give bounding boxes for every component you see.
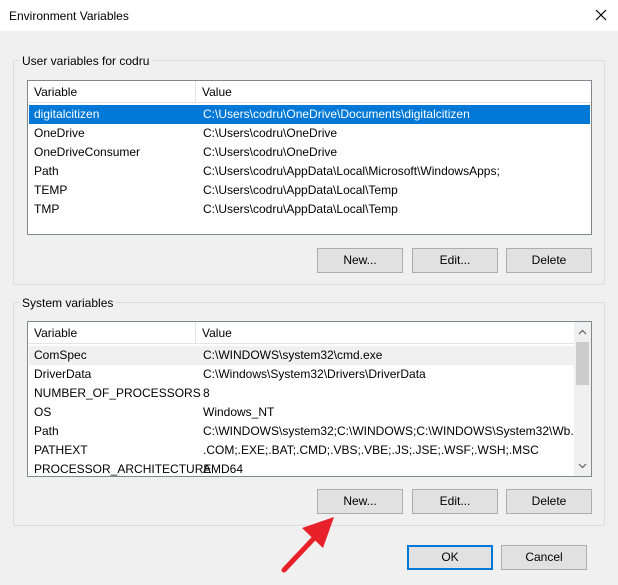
column-header-value[interactable]: Value	[196, 81, 232, 103]
scroll-up-icon[interactable]	[574, 324, 591, 341]
variable-value: C:\Users\codru\AppData\Local\Microsoft\W…	[203, 164, 500, 178]
table-row[interactable]: PROCESSOR_ARCHITECTURE AMD64	[29, 460, 574, 476]
system-new-button[interactable]: New...	[317, 489, 403, 514]
system-variables-label: System variables	[19, 296, 117, 310]
table-row[interactable]: digitalcitizen C:\Users\codru\OneDrive\D…	[29, 105, 590, 124]
system-edit-button[interactable]: Edit...	[412, 489, 498, 514]
variable-value: AMD64	[203, 462, 244, 476]
list-header: Variable Value	[28, 322, 574, 344]
system-variables-list[interactable]: Variable Value ComSpec C:\WINDOWS\system…	[27, 321, 592, 477]
annotation-arrow-icon	[281, 517, 334, 573]
variable-value: C:\Users\codru\OneDrive	[203, 126, 338, 140]
variable-name: TMP	[34, 202, 60, 216]
variable-value: C:\Users\codru\OneDrive	[203, 145, 338, 159]
table-row[interactable]: TMP C:\Users\codru\AppData\Local\Temp	[29, 200, 590, 219]
user-variables-label: User variables for codru	[19, 54, 153, 68]
variable-name: Path	[34, 424, 59, 438]
table-row[interactable]: OneDrive C:\Users\codru\OneDrive	[29, 124, 590, 143]
close-icon	[595, 9, 607, 21]
scroll-down-icon[interactable]	[574, 457, 591, 474]
variable-name: OS	[34, 405, 52, 419]
table-row[interactable]: TEMP C:\Users\codru\AppData\Local\Temp	[29, 181, 590, 200]
system-delete-button[interactable]: Delete	[506, 489, 592, 514]
variable-name: DriverData	[34, 367, 92, 381]
variable-name: Path	[34, 164, 59, 178]
variable-name: OneDriveConsumer	[34, 145, 141, 159]
column-header-variable[interactable]: Variable	[28, 81, 196, 103]
title-bar: Environment Variables	[0, 0, 618, 31]
table-row[interactable]: DriverData C:\Windows\System32\Drivers\D…	[29, 365, 574, 384]
table-row[interactable]: ComSpec C:\WINDOWS\system32\cmd.exe	[29, 346, 574, 365]
variable-value: C:\Users\codru\AppData\Local\Temp	[203, 202, 398, 216]
close-button[interactable]	[584, 0, 618, 31]
variable-value: C:\Users\codru\OneDrive\Documents\digita…	[203, 107, 470, 121]
window-title: Environment Variables	[9, 9, 129, 23]
variable-name: PROCESSOR_ARCHITECTURE	[34, 462, 212, 476]
table-row[interactable]: Path C:\Users\codru\AppData\Local\Micros…	[29, 162, 590, 181]
table-row[interactable]: NUMBER_OF_PROCESSORS 8	[29, 384, 574, 403]
user-delete-button[interactable]: Delete	[506, 248, 592, 273]
variable-value: C:\WINDOWS\system32;C:\WINDOWS;C:\WINDOW…	[203, 424, 581, 438]
user-variables-list[interactable]: Variable Value digitalcitizen C:\Users\c…	[27, 80, 592, 235]
variable-name: digitalcitizen	[34, 107, 100, 121]
cancel-button[interactable]: Cancel	[501, 545, 587, 570]
variable-value: 8	[203, 386, 210, 400]
table-row[interactable]: Path C:\WINDOWS\system32;C:\WINDOWS;C:\W…	[29, 422, 580, 441]
variable-name: OneDrive	[34, 126, 85, 140]
user-edit-button[interactable]: Edit...	[412, 248, 498, 273]
table-row[interactable]: OneDriveConsumer C:\Users\codru\OneDrive	[29, 143, 590, 162]
vertical-scrollbar[interactable]	[574, 322, 591, 476]
variable-name: TEMP	[34, 183, 68, 197]
variable-value: Windows_NT	[203, 405, 275, 419]
variable-value: C:\WINDOWS\system32\cmd.exe	[203, 348, 383, 362]
table-row[interactable]: PATHEXT .COM;.EXE;.BAT;.CMD;.VBS;.VBE;.J…	[29, 441, 574, 460]
table-row[interactable]: OS Windows_NT	[29, 403, 574, 422]
column-header-value[interactable]: Value	[196, 322, 232, 344]
variable-name: NUMBER_OF_PROCESSORS	[34, 386, 201, 400]
variable-name: PATHEXT	[34, 443, 88, 457]
variable-value: C:\Windows\System32\Drivers\DriverData	[203, 367, 426, 381]
scrollbar-thumb[interactable]	[576, 342, 589, 385]
column-header-variable[interactable]: Variable	[28, 322, 196, 344]
variable-value: .COM;.EXE;.BAT;.CMD;.VBS;.VBE;.JS;.JSE;.…	[203, 443, 539, 457]
variable-value: C:\Users\codru\AppData\Local\Temp	[203, 183, 398, 197]
list-header: Variable Value	[28, 81, 591, 103]
user-new-button[interactable]: New...	[317, 248, 403, 273]
ok-button[interactable]: OK	[407, 545, 493, 570]
variable-name: ComSpec	[34, 348, 87, 362]
